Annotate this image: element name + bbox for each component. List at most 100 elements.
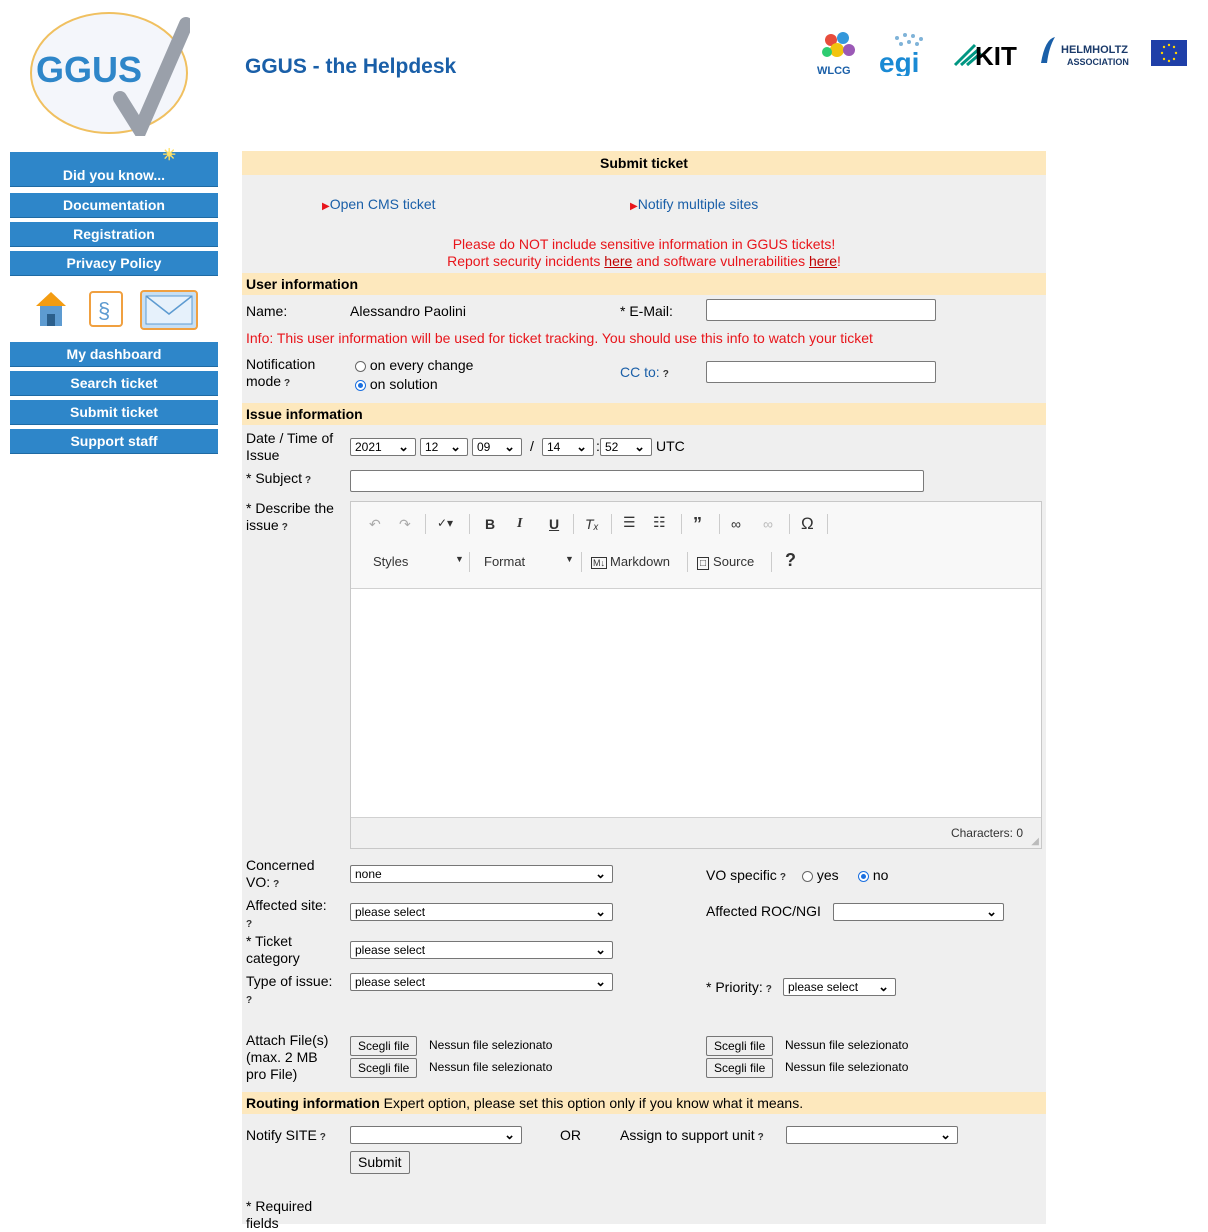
ggus-logo[interactable]: GGUS bbox=[28, 10, 193, 146]
egi-logo: egi bbox=[877, 30, 939, 76]
cc-field[interactable] bbox=[706, 361, 936, 383]
date-separator: / bbox=[530, 438, 534, 454]
caret-down-icon: ▼ bbox=[455, 554, 464, 564]
bold-icon[interactable]: B bbox=[485, 516, 495, 532]
styles-dropdown[interactable]: Styles bbox=[373, 554, 408, 569]
help-icon[interactable]: ? bbox=[284, 378, 290, 389]
required-fields-note: * Required fields bbox=[246, 1198, 313, 1231]
source-button[interactable]: □ Source bbox=[697, 554, 754, 570]
minute-select[interactable]: 52 ⌄ bbox=[600, 438, 652, 456]
editor-status-bar: Characters: 0 ◢ bbox=[351, 817, 1041, 848]
radio-on-solution[interactable] bbox=[355, 379, 366, 391]
affected-roc-select[interactable]: ⌄ bbox=[833, 903, 1004, 921]
nav-support-staff[interactable]: Support staff bbox=[10, 429, 218, 454]
choose-file-button-1[interactable]: Scegli file bbox=[350, 1036, 418, 1056]
concerned-vo-label: Concerned VO:? bbox=[246, 857, 315, 890]
notify-on-solution-option[interactable]: on solution bbox=[355, 376, 438, 393]
paragraph-icon[interactable]: § bbox=[88, 290, 124, 331]
help-icon[interactable]: ? bbox=[320, 1132, 326, 1143]
support-unit-select[interactable]: ⌄ bbox=[786, 1126, 958, 1144]
ticket-category-select[interactable]: please select ⌄ bbox=[350, 941, 613, 959]
toolbar-divider bbox=[573, 514, 574, 534]
markdown-button[interactable]: M↓ Markdown bbox=[591, 554, 670, 569]
priority-select[interactable]: please select ⌄ bbox=[783, 978, 896, 996]
no-file-status: Nessun file selezionato bbox=[429, 1060, 553, 1074]
vo-specific-label: VO specific? bbox=[706, 867, 786, 883]
notify-site-select[interactable]: ⌄ bbox=[350, 1126, 522, 1144]
lightbulb-icon: ☀ bbox=[162, 147, 177, 164]
notification-mode-label: Notification mode? bbox=[246, 356, 316, 389]
help-icon[interactable]: ? bbox=[663, 369, 669, 380]
subject-field[interactable] bbox=[350, 470, 924, 492]
rich-text-editor[interactable]: ↶ ↷ ✓▾ B I U Tₓ ☰ ☷ ” ∞ ∞ Ω Styles ▼ For… bbox=[350, 501, 1042, 849]
month-select[interactable]: 12 ⌄ bbox=[420, 438, 468, 456]
toolbar-divider bbox=[611, 514, 612, 534]
affected-site-label: Affected site:? bbox=[246, 897, 327, 930]
help-icon[interactable]: ? bbox=[766, 984, 772, 995]
nav-registration[interactable]: Registration bbox=[10, 222, 218, 247]
nav-did-you-know[interactable]: Did you know... ☀ bbox=[10, 147, 218, 187]
italic-icon[interactable]: I bbox=[517, 516, 522, 532]
radio-every-change[interactable] bbox=[355, 360, 366, 372]
timezone-label: UTC bbox=[656, 438, 685, 454]
nav-my-dashboard[interactable]: My dashboard bbox=[10, 342, 218, 367]
email-field[interactable] bbox=[706, 299, 936, 321]
choose-file-button-2[interactable]: Scegli file bbox=[350, 1058, 418, 1078]
arrow-right-icon: ▶ bbox=[322, 201, 330, 212]
toolbar-divider bbox=[681, 514, 682, 534]
unlink-icon[interactable]: ∞ bbox=[763, 516, 773, 532]
help-icon[interactable]: ? bbox=[282, 522, 288, 533]
year-select[interactable]: 2021 ⌄ bbox=[350, 438, 416, 456]
nav-documentation[interactable]: Documentation bbox=[10, 193, 218, 218]
character-count: Characters: 0 bbox=[950, 826, 1023, 840]
help-icon[interactable]: ? bbox=[246, 995, 252, 1006]
choose-file-button-4[interactable]: Scegli file bbox=[706, 1058, 774, 1078]
help-icon[interactable]: ? bbox=[273, 879, 279, 890]
concerned-vo-select[interactable]: none ⌄ bbox=[350, 865, 613, 883]
help-icon[interactable]: ? bbox=[780, 872, 786, 883]
choose-file-button-3[interactable]: Scegli file bbox=[706, 1036, 774, 1056]
affected-roc-label: Affected ROC/NGI bbox=[706, 903, 821, 919]
help-icon[interactable]: ? bbox=[758, 1132, 764, 1143]
vulnerabilities-link[interactable]: here bbox=[809, 253, 837, 269]
hour-select[interactable]: 14 ⌄ bbox=[542, 438, 594, 456]
home-icon[interactable] bbox=[34, 290, 68, 331]
resize-handle-icon[interactable]: ◢ bbox=[1031, 836, 1039, 847]
underline-icon[interactable]: U bbox=[549, 516, 559, 532]
security-incidents-link[interactable]: here bbox=[604, 253, 632, 269]
toolbar-divider bbox=[687, 552, 688, 572]
spellcheck-icon[interactable]: ✓▾ bbox=[437, 516, 453, 530]
notify-multiple-sites-link[interactable]: ▶Notify multiple sites bbox=[630, 196, 758, 215]
special-char-icon[interactable]: Ω bbox=[801, 514, 814, 534]
format-dropdown[interactable]: Format bbox=[484, 554, 525, 569]
undo-icon[interactable]: ↶ bbox=[369, 516, 381, 533]
name-label: Name: bbox=[246, 303, 288, 319]
numbered-list-icon[interactable]: ☰ bbox=[623, 514, 636, 531]
type-of-issue-select[interactable]: please select ⌄ bbox=[350, 973, 613, 991]
help-icon[interactable]: ? bbox=[246, 919, 252, 930]
redo-icon[interactable]: ↷ bbox=[399, 516, 411, 533]
kit-logo: KIT bbox=[953, 33, 1023, 73]
open-cms-ticket-link[interactable]: ▶Open CMS ticket bbox=[322, 196, 436, 215]
radio-vo-no[interactable] bbox=[858, 870, 869, 882]
radio-vo-yes[interactable] bbox=[802, 870, 813, 882]
vo-specific-no[interactable]: no bbox=[858, 867, 888, 884]
nav-search-ticket[interactable]: Search ticket bbox=[10, 371, 218, 396]
help-icon[interactable]: ? bbox=[305, 475, 311, 486]
markdown-icon: M↓ bbox=[591, 557, 607, 569]
mail-icon[interactable] bbox=[140, 290, 198, 333]
day-select[interactable]: 09 ⌄ bbox=[472, 438, 522, 456]
nav-privacy-policy[interactable]: Privacy Policy bbox=[10, 251, 218, 276]
remove-format-icon[interactable]: Tₓ bbox=[585, 516, 599, 532]
affected-site-select[interactable]: please select ⌄ bbox=[350, 903, 613, 921]
bulleted-list-icon[interactable]: ☷ bbox=[653, 514, 666, 531]
notify-every-change-option[interactable]: on every change bbox=[355, 357, 473, 374]
link-icon[interactable]: ∞ bbox=[731, 516, 741, 532]
submit-button[interactable]: Submit bbox=[350, 1151, 410, 1174]
toolbar-divider bbox=[469, 514, 470, 534]
date-time-label: Date / Time of Issue bbox=[246, 430, 334, 463]
editor-help-icon[interactable]: ? bbox=[785, 550, 796, 571]
vo-specific-yes[interactable]: yes bbox=[802, 867, 839, 884]
blockquote-icon[interactable]: ” bbox=[693, 514, 702, 535]
nav-submit-ticket[interactable]: Submit ticket bbox=[10, 400, 218, 425]
